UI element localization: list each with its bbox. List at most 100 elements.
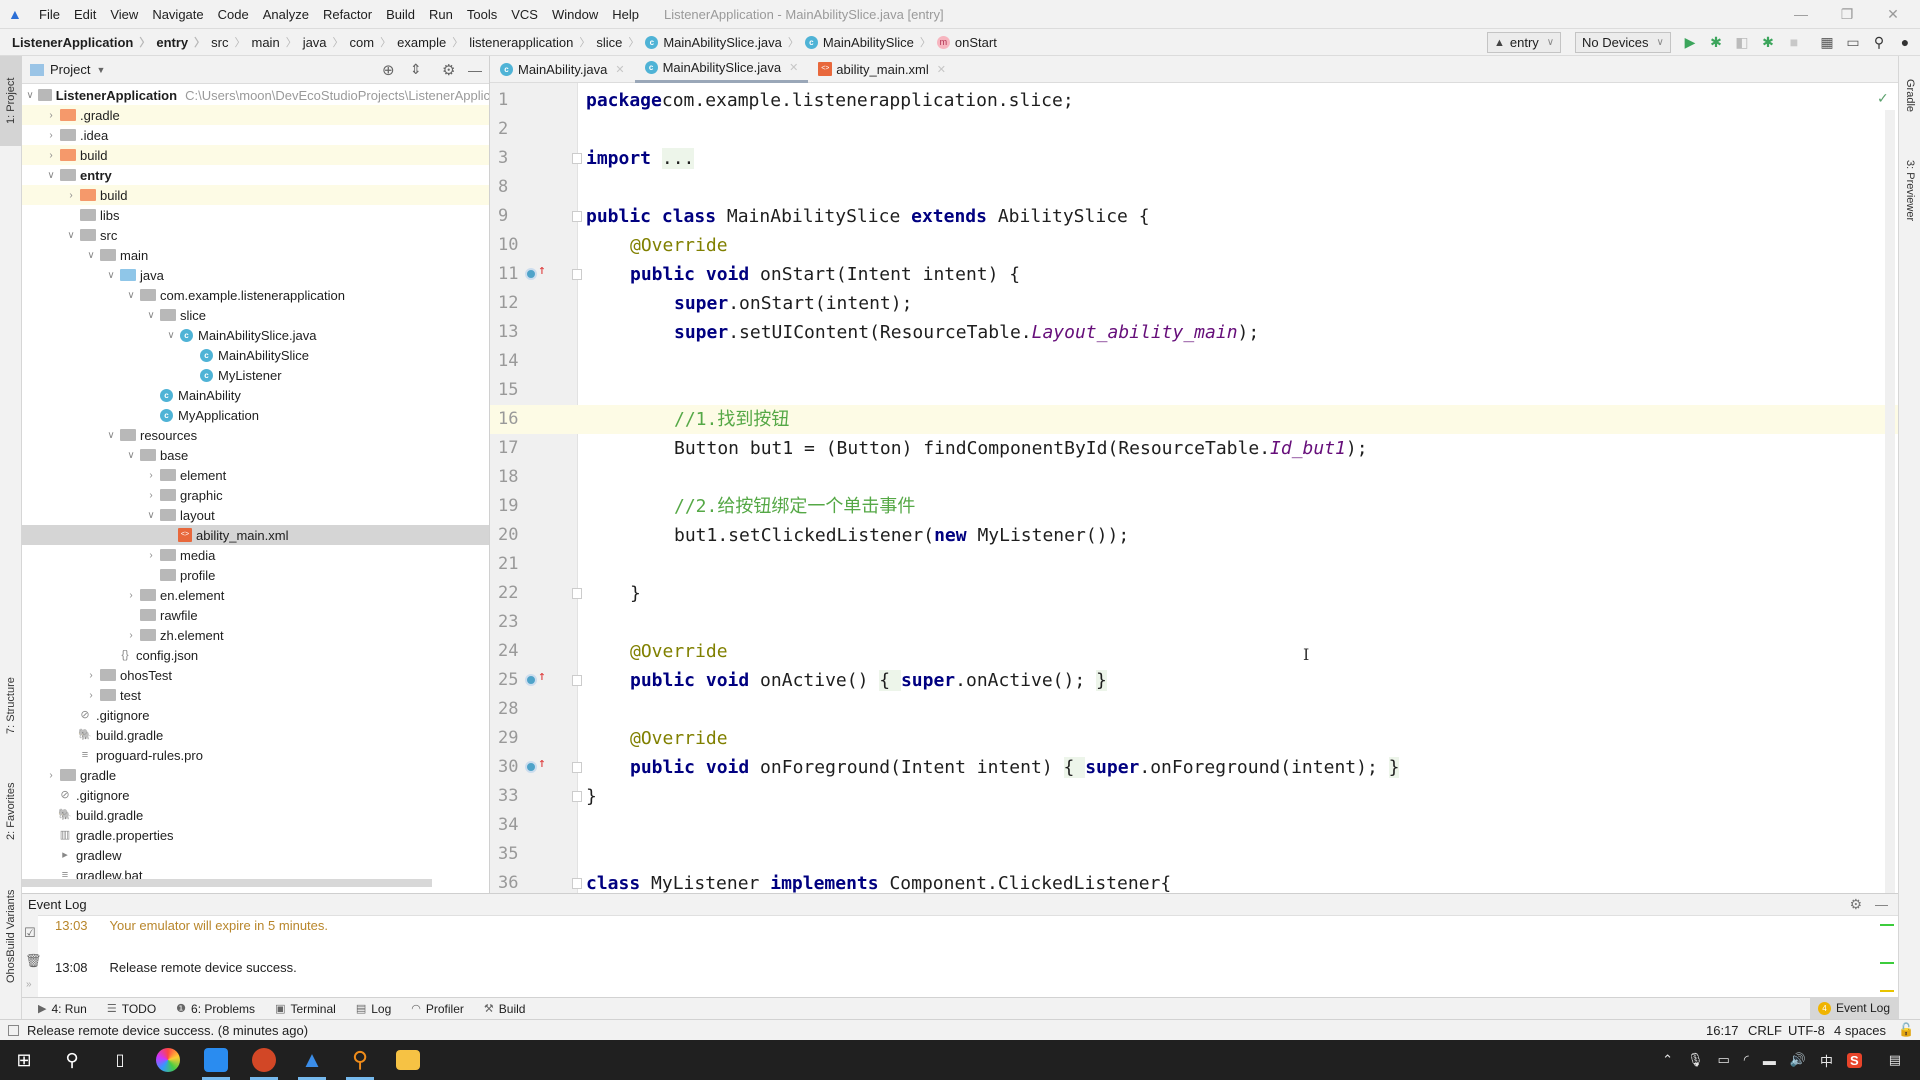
breadcrumb-item[interactable]: ListenerApplication 〉 bbox=[6, 34, 150, 50]
code-line[interactable]: 25 ↑ public void onActive() { super.onActi… bbox=[490, 666, 1898, 695]
menu-analyze[interactable]: Analyze bbox=[256, 7, 316, 22]
file-explorer-app-icon[interactable] bbox=[384, 1040, 432, 1080]
code-line[interactable]: 16 //1.找到按钮 bbox=[490, 405, 1898, 434]
menu-tools[interactable]: Tools bbox=[460, 7, 504, 22]
close-tab-icon[interactable]: ✕ bbox=[789, 61, 798, 74]
tree-row[interactable]: ∨ src bbox=[22, 225, 489, 245]
code-line[interactable]: 33} bbox=[490, 782, 1898, 811]
tree-row[interactable]: {} config.json bbox=[22, 645, 489, 665]
caret-position[interactable]: 16:17 bbox=[1706, 1023, 1739, 1038]
override-method-icon[interactable] bbox=[525, 674, 537, 686]
fold-icon[interactable] bbox=[572, 588, 582, 599]
start-button[interactable]: ⊞ bbox=[0, 1040, 48, 1080]
browser-app-icon[interactable] bbox=[144, 1040, 192, 1080]
tree-row[interactable]: ∨ entry bbox=[22, 165, 489, 185]
microphone-icon[interactable]: 🎙 bbox=[1687, 1052, 1704, 1068]
tool-tab-todo[interactable]: ☰ TODO bbox=[97, 1002, 166, 1016]
code-line[interactable]: 3 import ... bbox=[490, 144, 1898, 173]
search-icon[interactable]: ⚲ bbox=[1870, 33, 1888, 51]
stop-icon[interactable]: ■ bbox=[1785, 33, 1803, 51]
tree-row[interactable]: › media bbox=[22, 545, 489, 565]
tree-row[interactable]: › build bbox=[22, 145, 489, 165]
code-line[interactable]: 18 bbox=[490, 463, 1898, 492]
line-number[interactable]: 10 bbox=[498, 231, 522, 260]
override-method-icon[interactable] bbox=[525, 268, 537, 280]
hide-panel-icon[interactable]: — bbox=[468, 62, 482, 78]
fold-icon[interactable] bbox=[572, 878, 582, 889]
module-select[interactable]: ▲ entry ∨ bbox=[1487, 32, 1562, 53]
breadcrumb-item[interactable]: slice 〉 bbox=[590, 34, 639, 50]
fold-icon[interactable] bbox=[572, 153, 582, 164]
line-number[interactable]: 14 bbox=[498, 347, 522, 376]
breadcrumb-item[interactable]: c MainAbilitySlice.java 〉 bbox=[639, 34, 799, 50]
tab-project[interactable]: 1: Project bbox=[0, 56, 22, 146]
minimize-button[interactable]: — bbox=[1778, 0, 1824, 28]
line-number[interactable]: 9 bbox=[498, 202, 522, 231]
breadcrumb-item[interactable]: listenerapplication 〉 bbox=[463, 34, 590, 50]
code-line[interactable]: 19 //2.给按钮绑定一个单击事件 bbox=[490, 492, 1898, 521]
tree-row[interactable]: › gradle bbox=[22, 765, 489, 785]
line-number[interactable]: 22 bbox=[498, 579, 522, 608]
tree-row[interactable]: ∨ java bbox=[22, 265, 489, 285]
fold-icon[interactable] bbox=[572, 675, 582, 686]
hide-panel-icon[interactable]: — bbox=[1875, 897, 1888, 912]
tree-row[interactable]: ∨ base bbox=[22, 445, 489, 465]
line-number[interactable]: 16 bbox=[498, 405, 522, 434]
event-log-tab[interactable]: 4 Event Log bbox=[1809, 997, 1898, 1019]
trash-icon[interactable]: 🗑 bbox=[25, 953, 42, 969]
code-line[interactable]: 9 public class MainAbilitySlice extends A… bbox=[490, 202, 1898, 231]
code-line[interactable]: 35 bbox=[490, 840, 1898, 869]
code-line[interactable]: 20 but1.setClickedListener(new MyListener… bbox=[490, 521, 1898, 550]
vertical-scrollbar[interactable] bbox=[1885, 110, 1895, 893]
tool-tab-problems[interactable]: ❶ 6: Problems bbox=[166, 1002, 265, 1016]
horizontal-scrollbar[interactable] bbox=[22, 879, 432, 887]
lock-icon[interactable]: 🔓 bbox=[1898, 1022, 1914, 1038]
tree-row[interactable]: ∨ layout bbox=[22, 505, 489, 525]
code-line[interactable]: 30 ↑ public void onForeground(Intent inten… bbox=[490, 753, 1898, 782]
sogou-ime-icon[interactable]: S bbox=[1847, 1052, 1862, 1068]
chevron-down-icon[interactable]: ∨ bbox=[104, 430, 118, 441]
line-number[interactable]: 11 bbox=[498, 260, 522, 289]
line-number[interactable]: 3 bbox=[498, 144, 522, 173]
editor-tab[interactable]: c MainAbilitySlice.java ✕ bbox=[634, 56, 809, 83]
tree-row[interactable]: ⊘ .gitignore bbox=[22, 705, 489, 725]
tree-row[interactable]: ∨ resources bbox=[22, 425, 489, 445]
line-number[interactable]: 21 bbox=[498, 550, 522, 579]
chevron-right-icon[interactable]: › bbox=[84, 690, 98, 701]
gear-icon[interactable]: ⚙ bbox=[442, 61, 455, 79]
editor-tab[interactable]: <> ability_main.xml ✕ bbox=[808, 56, 956, 83]
code-line[interactable]: 1 packagecom.example.listenerapplication.… bbox=[490, 86, 1898, 115]
tool-tab-build[interactable]: ⚒ Build bbox=[474, 1002, 536, 1016]
menu-navigate[interactable]: Navigate bbox=[145, 7, 210, 22]
tool-tab-run[interactable]: ▶ 4: Run bbox=[28, 1002, 97, 1016]
tool-tab-log[interactable]: ▤ Log bbox=[346, 1002, 401, 1016]
more-icon[interactable]: » bbox=[26, 979, 32, 990]
chevron-down-icon[interactable]: ∨ bbox=[24, 90, 36, 101]
chevron-right-icon[interactable]: › bbox=[44, 130, 58, 141]
tree-row[interactable]: › build bbox=[22, 185, 489, 205]
code-line[interactable]: 22} bbox=[490, 579, 1898, 608]
tool-tab-profiler[interactable]: ◠ Profiler bbox=[401, 1002, 474, 1016]
tree-row[interactable]: 🐘 build.gradle bbox=[22, 805, 489, 825]
chevron-right-icon[interactable]: › bbox=[84, 670, 98, 681]
line-number[interactable]: 28 bbox=[498, 695, 522, 724]
attach-debugger-icon[interactable]: ◧ bbox=[1733, 33, 1751, 51]
tray-expand-icon[interactable]: ⌃ bbox=[1662, 1052, 1673, 1068]
tab-build-variants[interactable]: OhosBuild Variants bbox=[0, 866, 22, 1006]
powerpoint-app-icon[interactable] bbox=[240, 1040, 288, 1080]
chevron-down-icon[interactable]: ∨ bbox=[44, 170, 58, 181]
code-line[interactable]: 17 Button but1 = (Button) findComponentBy… bbox=[490, 434, 1898, 463]
code-line[interactable]: 28 bbox=[490, 695, 1898, 724]
code-line[interactable]: 2 bbox=[490, 115, 1898, 144]
menu-file[interactable]: File bbox=[32, 7, 67, 22]
breadcrumb-item[interactable]: src 〉 bbox=[205, 34, 245, 50]
line-number[interactable]: 23 bbox=[498, 608, 522, 637]
chevron-down-icon[interactable]: ∨ bbox=[144, 510, 158, 521]
tree-row[interactable]: › zh.element bbox=[22, 625, 489, 645]
code-line[interactable]: 8 bbox=[490, 173, 1898, 202]
tree-row[interactable]: libs bbox=[22, 205, 489, 225]
tool-tab-terminal[interactable]: ▣ Terminal bbox=[265, 1002, 346, 1016]
mark-read-icon[interactable]: ☑ bbox=[24, 925, 36, 941]
go-to-super-icon[interactable]: ↑ bbox=[538, 757, 546, 771]
code-line[interactable]: 24 @Override bbox=[490, 637, 1898, 666]
